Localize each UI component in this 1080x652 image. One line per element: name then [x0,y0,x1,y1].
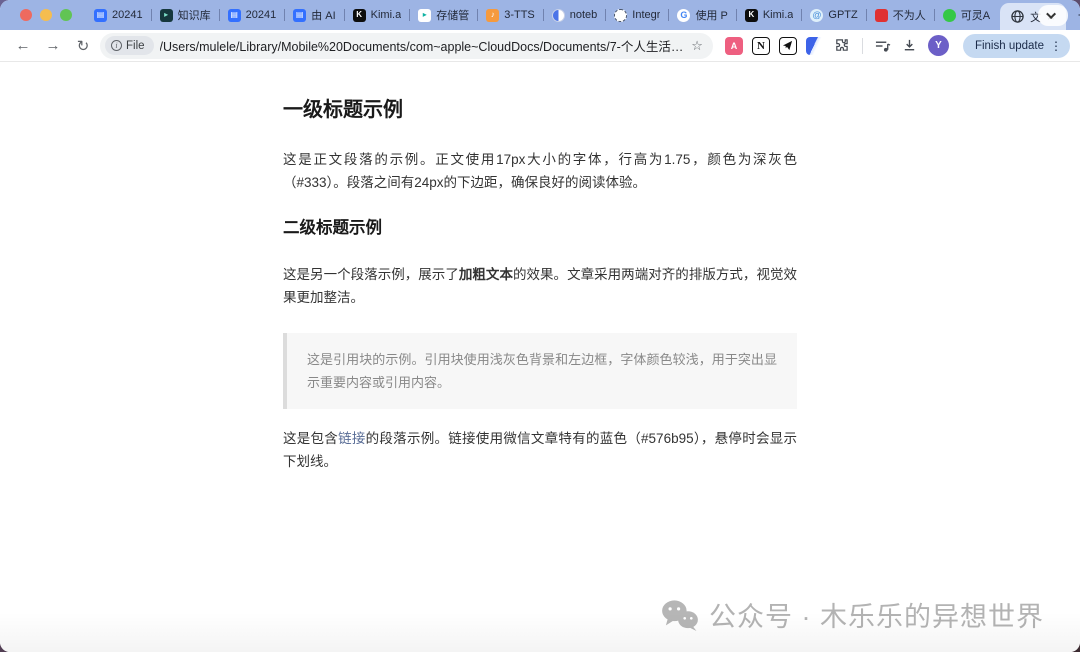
split-bookmark-extension-icon[interactable] [806,37,824,55]
tab-3-tts[interactable]: ♪ 3-TTS [478,0,543,30]
zoom-window-button[interactable] [60,9,72,21]
tabs-list: ▤ 20241 ▸ 知识库 ▤ 20241 ▤ 由 AI K Kimi.a ▸ 存储管 ♪ 3… [86,0,1038,30]
extensions-area: A N Y [717,35,953,56]
tab-label: 知识库 [178,7,211,23]
tab-label: GPTZ [828,9,857,21]
paragraph-3-text: 这是包含 [283,431,338,446]
back-button[interactable]: ← [10,33,36,59]
tab-label: 可灵A [961,7,990,23]
red-app-icon [875,9,888,22]
tab-by-ai[interactable]: ▤ 由 AI [285,0,343,30]
scheme-badge[interactable]: i File [105,36,154,55]
tab-label: 使用 P [695,7,727,23]
tab-20241-a[interactable]: ▤ 20241 [86,0,151,30]
feishu-docs-icon: ▤ [94,9,107,22]
tts-mic-icon: ♪ [486,9,499,22]
wechat-icon [943,9,956,22]
downloads-icon[interactable] [901,37,919,55]
tab-label: noteb [570,9,598,21]
tab-strip: ▤ 20241 ▸ 知识库 ▤ 20241 ▤ 由 AI K Kimi.a ▸ 存储管 ♪ 3… [0,0,1080,30]
paragraph-3: 这是包含链接的段落示例。链接使用微信文章特有的蓝色（#576b95），悬停时会显… [283,427,797,473]
feishu-docs-icon: ▤ [293,9,306,22]
tab-label: 3-TTS [504,9,535,21]
profile-avatar[interactable]: Y [928,35,949,56]
kimi-icon: K [353,9,366,22]
globe-icon [1011,10,1024,23]
tab-use-p[interactable]: G 使用 P [669,0,735,30]
heading-1: 一级标题示例 [283,97,797,123]
browser-window: ▤ 20241 ▸ 知识库 ▤ 20241 ▤ 由 AI K Kimi.a ▸ 存储管 ♪ 3… [0,0,1080,652]
tab-label: Kimi.a [763,9,794,21]
heading-2: 二级标题示例 [283,218,797,239]
telegram-extension-icon[interactable] [779,37,797,55]
chevron-down-icon [1047,9,1057,19]
kebab-menu-icon[interactable]: ⋮ [1050,39,1062,53]
tab-integration[interactable]: Integr [606,0,668,30]
address-bar[interactable]: i File /Users/mulele/Library/Mobile%20Do… [100,33,713,59]
feishu-docs-icon: ▤ [228,9,241,22]
finish-update-label: Finish update [975,40,1044,52]
reload-button[interactable]: ↻ [70,33,96,59]
tab-buweiren[interactable]: 不为人 [867,0,934,30]
watermark: 公众号 · 木乐乐的异想世界 [661,595,1044,634]
kimi-icon: K [745,9,758,22]
tab-notebooklm[interactable]: noteb [544,0,606,30]
tab-label: 存储管 [436,7,469,23]
toolbar-divider [862,38,863,54]
tab-label: Kimi.a [371,9,402,21]
article-body: 一级标题示例 这是正文段落的示例。正文使用17px大小的字体，行高为1.75，颜… [283,97,797,497]
media-controls-icon[interactable] [874,37,892,55]
info-icon: i [111,40,122,51]
wiki-bird-icon: ▸ [160,9,173,22]
dashed-circle-icon [614,9,627,22]
pink-reader-extension-icon[interactable]: A [725,37,743,55]
minimize-window-button[interactable] [40,9,52,21]
paragraph-2-text: 这是另一个段落示例，展示了 [283,267,459,282]
paragraph-2: 这是另一个段落示例，展示了加粗文本的效果。文章采用两端对齐的排版方式，视觉效果更… [283,263,797,309]
feishu-bird-icon: ▸ [418,9,431,22]
tab-kimi-a[interactable]: K Kimi.a [345,0,410,30]
tab-label: 20241 [112,9,143,21]
wechat-watermark-icon [661,599,699,631]
bold-text: 加粗文本 [459,267,513,282]
tab-keling-ai[interactable]: 可灵A [935,0,998,30]
close-window-button[interactable] [20,9,32,21]
notion-extension-icon[interactable]: N [752,37,770,55]
tab-search-button[interactable] [1038,5,1068,26]
forward-button[interactable]: → [40,33,66,59]
blockquote: 这是引用块的示例。引用块使用浅灰色背景和左边框，字体颜色较浅，用于突出显示重要内… [283,333,797,409]
google-g-icon: G [677,9,690,22]
bookmark-star-icon[interactable]: ☆ [691,38,703,54]
scheme-label: File [126,40,145,52]
tab-20241-b[interactable]: ▤ 20241 [220,0,285,30]
tab-label: 由 AI [311,7,335,23]
tab-knowledge-base[interactable]: ▸ 知识库 [152,0,219,30]
page-viewport: 一级标题示例 这是正文段落的示例。正文使用17px大小的字体，行高为1.75，颜… [0,62,1080,652]
watermark-text: 公众号 · 木乐乐的异想世界 [709,595,1044,634]
browser-toolbar: ← → ↻ i File /Users/mulele/Library/Mobil… [0,30,1080,62]
finish-update-button[interactable]: Finish update ⋮ [963,34,1070,58]
traffic-lights [0,9,86,21]
url-text[interactable]: /Users/mulele/Library/Mobile%20Documents… [160,36,686,55]
tab-kimi-b[interactable]: K Kimi.a [737,0,802,30]
tab-storage[interactable]: ▸ 存储管 [410,0,477,30]
tab-gptzero[interactable]: @ GPTZ [802,0,865,30]
paragraph-1: 这是正文段落的示例。正文使用17px大小的字体，行高为1.75，颜色为深灰色（#… [283,148,797,194]
tab-label: Integr [632,9,660,21]
notebooklm-icon [552,9,565,22]
tab-label: 不为人 [893,7,926,23]
extensions-puzzle-icon[interactable] [833,37,851,55]
inline-link[interactable]: 链接 [338,431,366,446]
tab-label: 20241 [246,9,277,21]
gptzero-icon: @ [810,9,823,22]
